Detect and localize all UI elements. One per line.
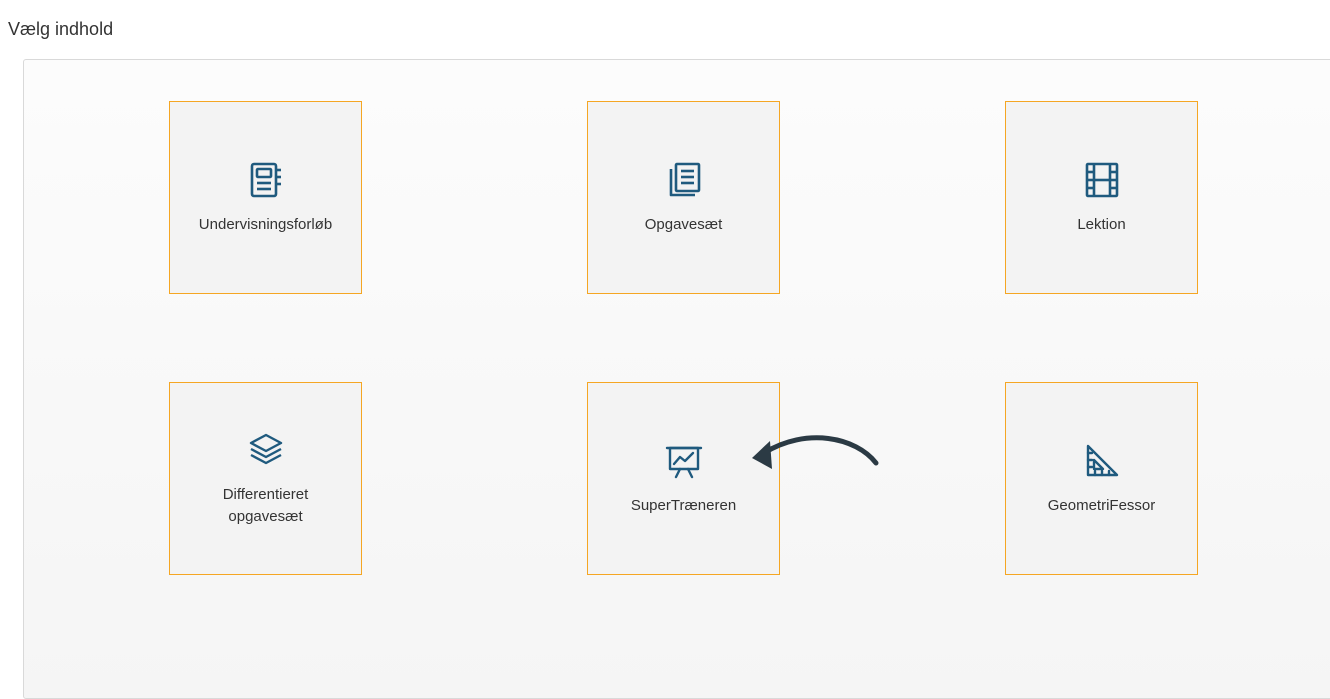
- film-icon: [1082, 160, 1122, 200]
- tile-undervisningsforloeb[interactable]: Undervisningsforløb: [169, 101, 362, 294]
- tile-geometrifessor[interactable]: GeometriFessor: [1005, 382, 1198, 575]
- presentation-chart-icon: [664, 441, 704, 481]
- ruler-triangle-icon: [1082, 441, 1122, 481]
- layers-icon: [246, 430, 286, 470]
- tile-label: Differentieret opgavesæt: [222, 485, 309, 525]
- annotation-arrow: [752, 435, 879, 469]
- tile-label: SuperTræneren: [630, 496, 737, 514]
- page-title: Vælg indhold: [8, 19, 114, 39]
- tile-differentieret-opgavesaet[interactable]: Differentieret opgavesæt: [169, 382, 362, 575]
- notebook-icon: [246, 160, 286, 200]
- tile-label: Undervisningsforløb: [198, 215, 333, 233]
- tile-label: GeometriFessor: [1047, 496, 1156, 514]
- tile-opgavesaet[interactable]: Opgavesæt: [587, 101, 780, 294]
- document-stack-icon: [664, 160, 704, 200]
- tile-label: Opgavesæt: [644, 215, 723, 233]
- tile-label: Lektion: [1077, 215, 1126, 233]
- tile-lektion[interactable]: Lektion: [1005, 101, 1198, 294]
